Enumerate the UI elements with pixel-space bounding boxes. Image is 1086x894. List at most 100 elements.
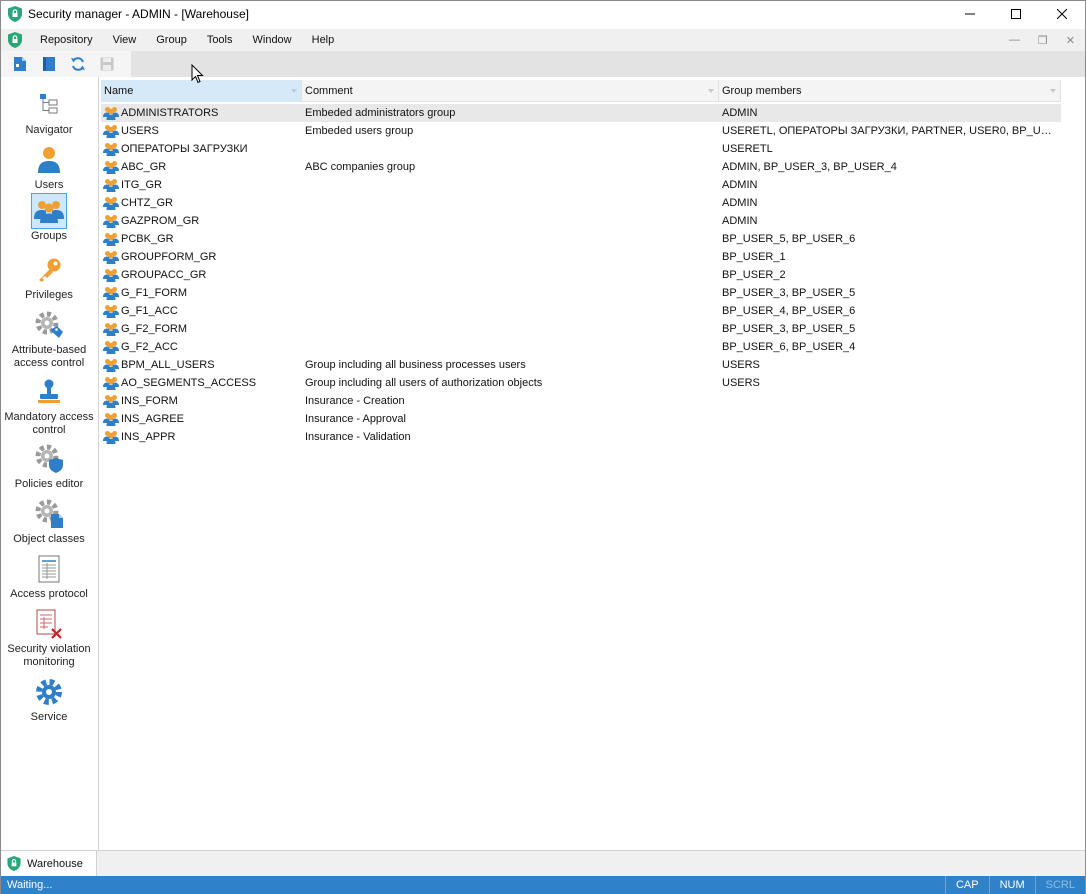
menu-window[interactable]: Window: [243, 34, 302, 46]
cell-name: G_F1_ACC: [103, 302, 303, 320]
column-header-group-members[interactable]: Group members: [719, 80, 1061, 102]
nav-item-users[interactable]: Users: [1, 142, 97, 192]
group-icon: [103, 268, 119, 282]
group-icon: [103, 178, 119, 192]
group-icon: [103, 394, 119, 408]
mdi-minimize-button[interactable]: —: [1009, 34, 1020, 46]
shield-icon[interactable]: [8, 32, 22, 48]
cell-comment: [305, 302, 715, 320]
nav-item-object-classes[interactable]: Object classes: [1, 496, 97, 546]
table-row[interactable]: CHTZ_GR ADMIN: [101, 194, 1061, 212]
table-row[interactable]: INS_AGREE Insurance - Approval: [101, 410, 1061, 428]
nav-item-security-violation-monitoring[interactable]: Security violation monitoring: [1, 606, 97, 669]
sort-triangle-icon: [291, 89, 297, 93]
cell-group-members: USERETL, ОПЕРАТОРЫ ЗАГРУЗКИ, PARTNER, US…: [722, 125, 1059, 137]
cell-comment: Insurance - Validation: [305, 431, 411, 443]
menu-tools[interactable]: Tools: [197, 34, 243, 46]
tab-warehouse[interactable]: Warehouse: [1, 851, 97, 876]
menu-bar: Repository View Group Tools Window Help …: [1, 29, 1085, 51]
group-icon: [103, 106, 119, 120]
menu-repository[interactable]: Repository: [30, 34, 103, 46]
close-button[interactable]: [1039, 1, 1085, 27]
menu-view[interactable]: View: [103, 34, 147, 46]
cell-name: INS_APPR: [103, 428, 303, 446]
group-icon: [103, 322, 119, 336]
nav-item-service[interactable]: Service: [1, 674, 97, 724]
table-row[interactable]: G_F2_FORM BP_USER_3, BP_USER_5: [101, 320, 1061, 338]
save-icon[interactable]: [98, 55, 116, 73]
cell-comment: Insurance - Approval: [305, 413, 406, 425]
groups-table: Name Comment Group members ADMINISTRATOR…: [101, 80, 1061, 850]
status-bar: Waiting... CAP NUM SCRL: [1, 876, 1085, 894]
column-header-comment[interactable]: Comment: [302, 80, 719, 102]
table-row[interactable]: GROUPFORM_GR BP_USER_1: [101, 248, 1061, 266]
group-icon: [103, 160, 119, 174]
table-body: ADMINISTRATORS Embeded administrators gro…: [101, 104, 1061, 446]
nav-item-privileges[interactable]: Privileges: [1, 252, 97, 302]
cell-comment: [305, 176, 715, 194]
shield-icon: [7, 856, 21, 871]
nav-item-attribute-based-access-control[interactable]: Attribute-based access control: [1, 307, 97, 370]
group-icon: [103, 412, 119, 426]
status-text: Waiting...: [7, 879, 53, 891]
table-row[interactable]: ADMINISTRATORS Embeded administrators gro…: [101, 104, 1061, 122]
minimize-button[interactable]: [947, 1, 993, 27]
cell-name: INS_AGREE: [103, 410, 303, 428]
title-bar[interactable]: Security manager - ADMIN - [Warehouse]: [1, 1, 1085, 27]
cell-comment: [305, 338, 715, 356]
nav-item-access-protocol[interactable]: Access protocol: [1, 551, 97, 601]
cell-comment: [305, 284, 715, 302]
cell-name: GAZPROM_GR: [103, 212, 303, 230]
nav-item-groups[interactable]: Groups: [1, 193, 97, 243]
violation-document-icon: [31, 606, 67, 642]
document-icon[interactable]: [40, 55, 58, 73]
num-lock-indicator: NUM: [988, 876, 1035, 894]
table-row[interactable]: GAZPROM_GR ADMIN: [101, 212, 1061, 230]
menu-help[interactable]: Help: [302, 34, 345, 46]
gear-tag-icon: [31, 307, 67, 343]
nav-item-mandatory-access-control[interactable]: Mandatory access control: [1, 374, 97, 437]
new-document-icon[interactable]: [11, 55, 29, 73]
menu-group[interactable]: Group: [146, 34, 197, 46]
table-row[interactable]: ABC_GR ABC companies group ADMIN, BP_USER_…: [101, 158, 1061, 176]
cell-group-members: BP_USER_2: [722, 269, 786, 281]
mdi-restore-button[interactable]: ❐: [1038, 34, 1048, 47]
table-row[interactable]: INS_FORM Insurance - Creation: [101, 392, 1061, 410]
refresh-icon[interactable]: [69, 55, 87, 73]
cell-group-members: ADMIN: [722, 107, 758, 119]
nav-item-navigator[interactable]: Navigator: [1, 87, 97, 137]
service-gear-icon: [31, 674, 67, 710]
cell-group-members: USERS: [722, 359, 760, 371]
cell-name: BPM_ALL_USERS: [103, 356, 303, 374]
cell-comment: Group including all users of authorizati…: [305, 377, 543, 389]
cell-comment: [305, 266, 715, 284]
cell-group-members: [722, 410, 1059, 428]
table-row[interactable]: USERS Embeded users group USERETL, ОПЕРАТО…: [101, 122, 1061, 140]
table-row[interactable]: AO_SEGMENTS_ACCESS Group including all us…: [101, 374, 1061, 392]
cell-comment: [305, 320, 715, 338]
nav-item-policies-editor[interactable]: Policies editor: [1, 441, 97, 491]
table-row[interactable]: GROUPACC_GR BP_USER_2: [101, 266, 1061, 284]
group-icon: [103, 142, 119, 156]
table-row[interactable]: BPM_ALL_USERS Group including all busines…: [101, 356, 1061, 374]
shield-icon: [8, 6, 22, 22]
app-window: Security manager - ADMIN - [Warehouse] R…: [0, 0, 1086, 894]
tab-label: Warehouse: [27, 857, 83, 870]
table-row[interactable]: G_F1_ACC BP_USER_4, BP_USER_6: [101, 302, 1061, 320]
navigator-tree-icon: [31, 87, 67, 123]
table-row[interactable]: PCBK_GR BP_USER_5, BP_USER_6: [101, 230, 1061, 248]
mouse-cursor-icon: [191, 64, 204, 84]
maximize-button[interactable]: [993, 1, 1039, 27]
table-row[interactable]: ITG_GR ADMIN: [101, 176, 1061, 194]
table-row[interactable]: G_F2_ACC BP_USER_6, BP_USER_4: [101, 338, 1061, 356]
cell-group-members: BP_USER_4, BP_USER_6: [722, 305, 856, 317]
cell-name: G_F2_FORM: [103, 320, 303, 338]
cell-comment: [305, 248, 715, 266]
cell-group-members: BP_USER_3, BP_USER_5: [722, 323, 856, 335]
mdi-close-button[interactable]: ✕: [1066, 34, 1075, 47]
table-row[interactable]: ОПЕРАТОРЫ ЗАГРУЗКИ USERETL: [101, 140, 1061, 158]
cell-group-members: BP_USER_3, BP_USER_5: [722, 287, 856, 299]
table-row[interactable]: G_F1_FORM BP_USER_3, BP_USER_5: [101, 284, 1061, 302]
table-row[interactable]: INS_APPR Insurance - Validation: [101, 428, 1061, 446]
cell-group-members: [722, 392, 1059, 410]
